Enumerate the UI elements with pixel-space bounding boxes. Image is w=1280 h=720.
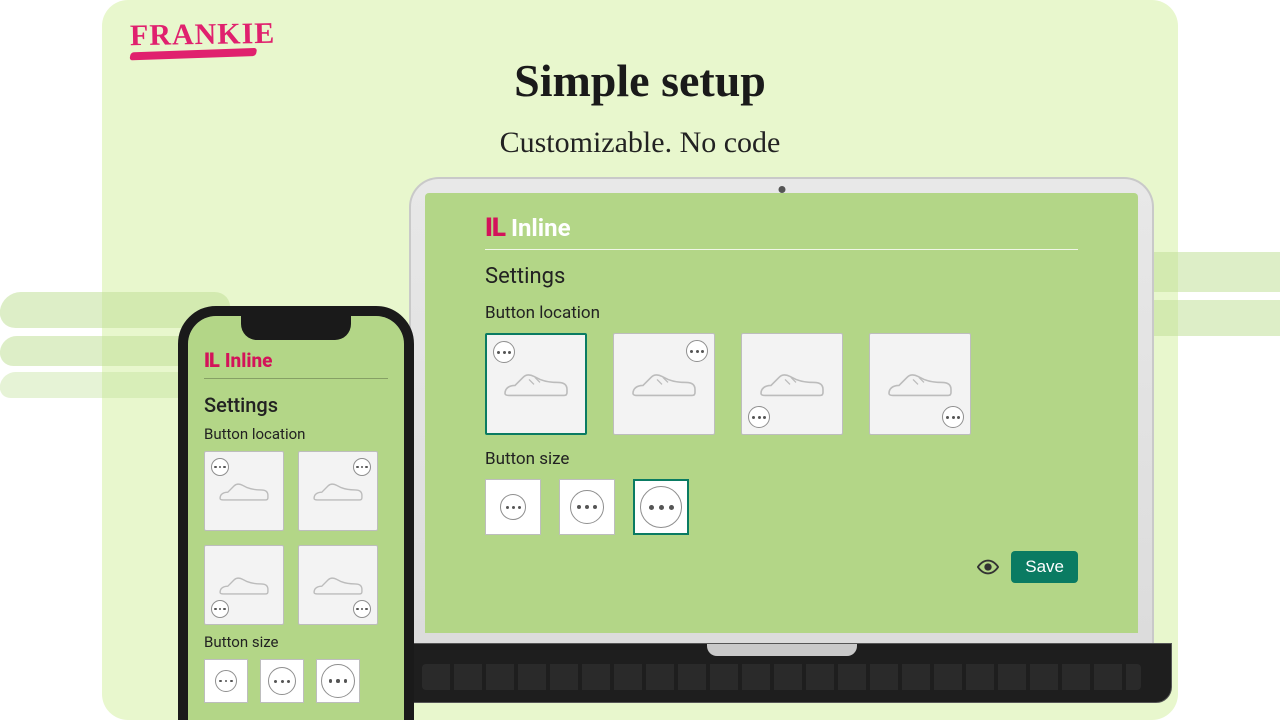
- dots-icon: [686, 340, 708, 362]
- camera-icon: [778, 186, 785, 193]
- dots-icon: [211, 600, 229, 618]
- save-button[interactable]: Save: [1011, 551, 1078, 583]
- settings-heading: Settings: [485, 264, 1078, 289]
- shoe-icon: [629, 367, 699, 403]
- frankie-logo-text: FRANKIE: [130, 17, 276, 53]
- laptop-mockup: IL Inline Settings Button location: [409, 177, 1154, 720]
- dots-icon: [321, 664, 355, 698]
- dots-icon: [353, 458, 371, 476]
- phone-screen: IL Inline Settings Button location: [188, 316, 404, 720]
- dots-icon: [353, 600, 371, 618]
- button-location-options: [485, 333, 1078, 435]
- location-option-bottom-left[interactable]: [741, 333, 843, 435]
- dots-icon: [268, 667, 296, 695]
- location-option-top-right[interactable]: [613, 333, 715, 435]
- dots-icon: [748, 406, 770, 428]
- size-option-large[interactable]: [316, 659, 360, 703]
- size-option-medium[interactable]: [559, 479, 615, 535]
- hero-subtitle: Customizable. No code: [0, 126, 1280, 160]
- inline-brand: IL Inline: [204, 348, 388, 372]
- dots-icon: [640, 486, 682, 528]
- dots-icon: [211, 458, 229, 476]
- shoe-icon: [885, 367, 955, 403]
- dots-icon: [570, 490, 604, 524]
- dots-icon: [942, 406, 964, 428]
- divider: [204, 378, 388, 379]
- shoe-icon: [501, 367, 571, 403]
- laptop-base: [391, 643, 1172, 703]
- inline-brand-word: Inline: [225, 349, 273, 372]
- frankie-logo: FRANKIE: [130, 17, 276, 60]
- divider: [485, 249, 1078, 250]
- location-option-bottom-right[interactable]: [869, 333, 971, 435]
- inline-brand-word: Inline: [511, 214, 571, 242]
- inline-brand: IL Inline: [485, 213, 1078, 243]
- shoe-icon: [757, 367, 827, 403]
- settings-heading: Settings: [204, 393, 388, 417]
- size-option-small[interactable]: [485, 479, 541, 535]
- shoe-icon: [217, 477, 271, 507]
- location-option-top-right[interactable]: [298, 451, 378, 531]
- button-size-options: [485, 479, 1078, 535]
- shoe-icon: [311, 571, 365, 601]
- shoe-icon: [311, 477, 365, 507]
- button-size-label: Button size: [485, 449, 1078, 469]
- button-location-options: [204, 451, 388, 625]
- dots-icon: [493, 341, 515, 363]
- button-location-label: Button location: [485, 303, 1078, 323]
- inline-mark-icon: IL: [204, 348, 219, 372]
- laptop-screen: IL Inline Settings Button location: [425, 193, 1138, 633]
- phone-notch: [241, 316, 351, 340]
- inline-mark-icon: IL: [485, 213, 505, 243]
- button-location-label: Button location: [204, 425, 388, 443]
- button-size-label: Button size: [204, 633, 388, 651]
- hero-title: Simple setup: [0, 54, 1280, 107]
- dots-icon: [215, 670, 237, 692]
- button-size-options: [204, 659, 388, 703]
- location-option-top-left[interactable]: [485, 333, 587, 435]
- dots-icon: [500, 494, 526, 520]
- location-option-bottom-right[interactable]: [298, 545, 378, 625]
- size-option-large[interactable]: [633, 479, 689, 535]
- shoe-icon: [217, 571, 271, 601]
- location-option-top-left[interactable]: [204, 451, 284, 531]
- size-option-medium[interactable]: [260, 659, 304, 703]
- size-option-small[interactable]: [204, 659, 248, 703]
- preview-eye-icon[interactable]: [977, 556, 999, 578]
- location-option-bottom-left[interactable]: [204, 545, 284, 625]
- phone-mockup: IL Inline Settings Button location: [178, 306, 414, 720]
